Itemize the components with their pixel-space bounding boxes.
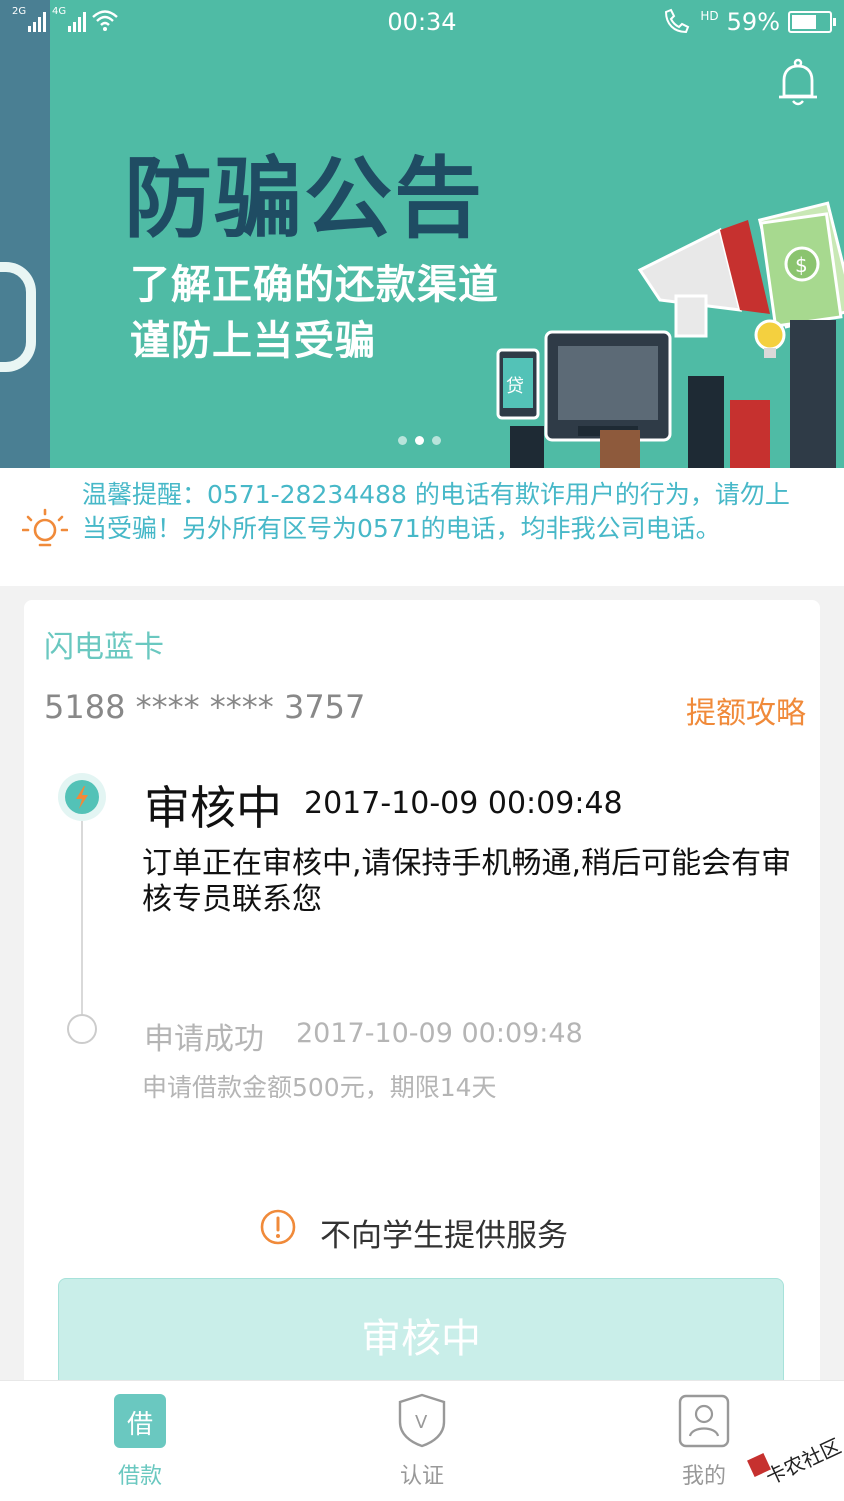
watermark-text: 卡农社区 [762, 1434, 844, 1490]
shield-icon: V [398, 1393, 446, 1448]
money-icon: $ [757, 201, 844, 329]
timeline-line [81, 820, 83, 1030]
hd-call-icon [665, 8, 690, 34]
nav-label-loan: 借款 [117, 1464, 162, 1489]
nav-label-auth: 认证 [399, 1464, 444, 1489]
phone-screen-text: 贷 [506, 376, 524, 397]
battery-percent: 59% [726, 8, 780, 36]
timeline-dot-done [67, 1014, 97, 1044]
user-icon [678, 1394, 730, 1448]
no-students-notice: 不向学生提供服务 [320, 1218, 568, 1254]
carousel-dot[interactable] [432, 436, 441, 445]
shield-icon-text: V [415, 1412, 428, 1433]
banner-title: 防骗公告 [124, 147, 485, 250]
card-number: 5188 **** **** 3757 [44, 688, 366, 726]
laptop-icon [544, 330, 672, 442]
status-time: 2017-10-09 00:09:48 [304, 786, 623, 821]
nav-label-mine: 我的 [681, 1464, 726, 1489]
notification-bell-icon[interactable] [776, 58, 820, 108]
previous-slide-glyph [0, 262, 36, 372]
carousel-indicator [398, 436, 441, 445]
apply-success-description: 申请借款金额500元，期限14天 [142, 1073, 497, 1102]
megaphone-icon [637, 220, 770, 338]
nav-item-mine[interactable]: 我的 [654, 1386, 754, 1494]
promo-banner[interactable]: 防骗公告 了解正确的还款渠道 谨防上当受骗 $ 贷 2G 4G 00:34 HD… [0, 0, 844, 468]
watermark-logo: 卡农社区 [747, 1434, 844, 1490]
hd-label: HD [700, 9, 719, 23]
status-bar: 2G 4G 00:34 HD 59% [0, 0, 844, 46]
status-description: 订单正在审核中,请保持手机畅通,稍后可能会有审核专员联系您 [142, 846, 792, 917]
notice-text: 温馨提醒：0571-28234488 的电话有欺诈用户的行为，请勿上当受骗！另外… [82, 480, 790, 543]
banner-subtitle-line1: 了解正确的还款渠道 [130, 262, 499, 308]
banner-subtitle-line2: 谨防上当受骗 [130, 318, 376, 364]
apply-success-title: 申请成功 [144, 1022, 264, 1057]
svg-text:$: $ [795, 253, 808, 277]
status-title: 审核中 [144, 781, 282, 835]
lightbulb-icon [22, 508, 68, 547]
lightbulb-icon [754, 319, 786, 358]
lightning-icon [76, 786, 88, 809]
phone-icon: 贷 [496, 348, 540, 420]
nav-item-loan[interactable]: 借 借款 [90, 1386, 190, 1494]
battery-icon [788, 11, 836, 33]
warning-icon [260, 1209, 296, 1245]
limit-tips-link[interactable]: 提额攻略 [686, 688, 806, 732]
loan-icon: 借 [114, 1394, 166, 1448]
loan-icon-text: 借 [126, 1410, 153, 1440]
carousel-dot[interactable] [398, 436, 407, 445]
timeline-dot-active [58, 773, 106, 821]
apply-success-time: 2017-10-09 00:09:48 [296, 1018, 583, 1049]
nav-item-auth[interactable]: V 认证 [372, 1386, 472, 1494]
card-name: 闪电蓝卡 [44, 630, 164, 665]
carousel-dot-active[interactable] [415, 436, 424, 445]
previous-slide-peek [0, 0, 50, 468]
banner-illustration: $ 贷 [496, 201, 844, 468]
